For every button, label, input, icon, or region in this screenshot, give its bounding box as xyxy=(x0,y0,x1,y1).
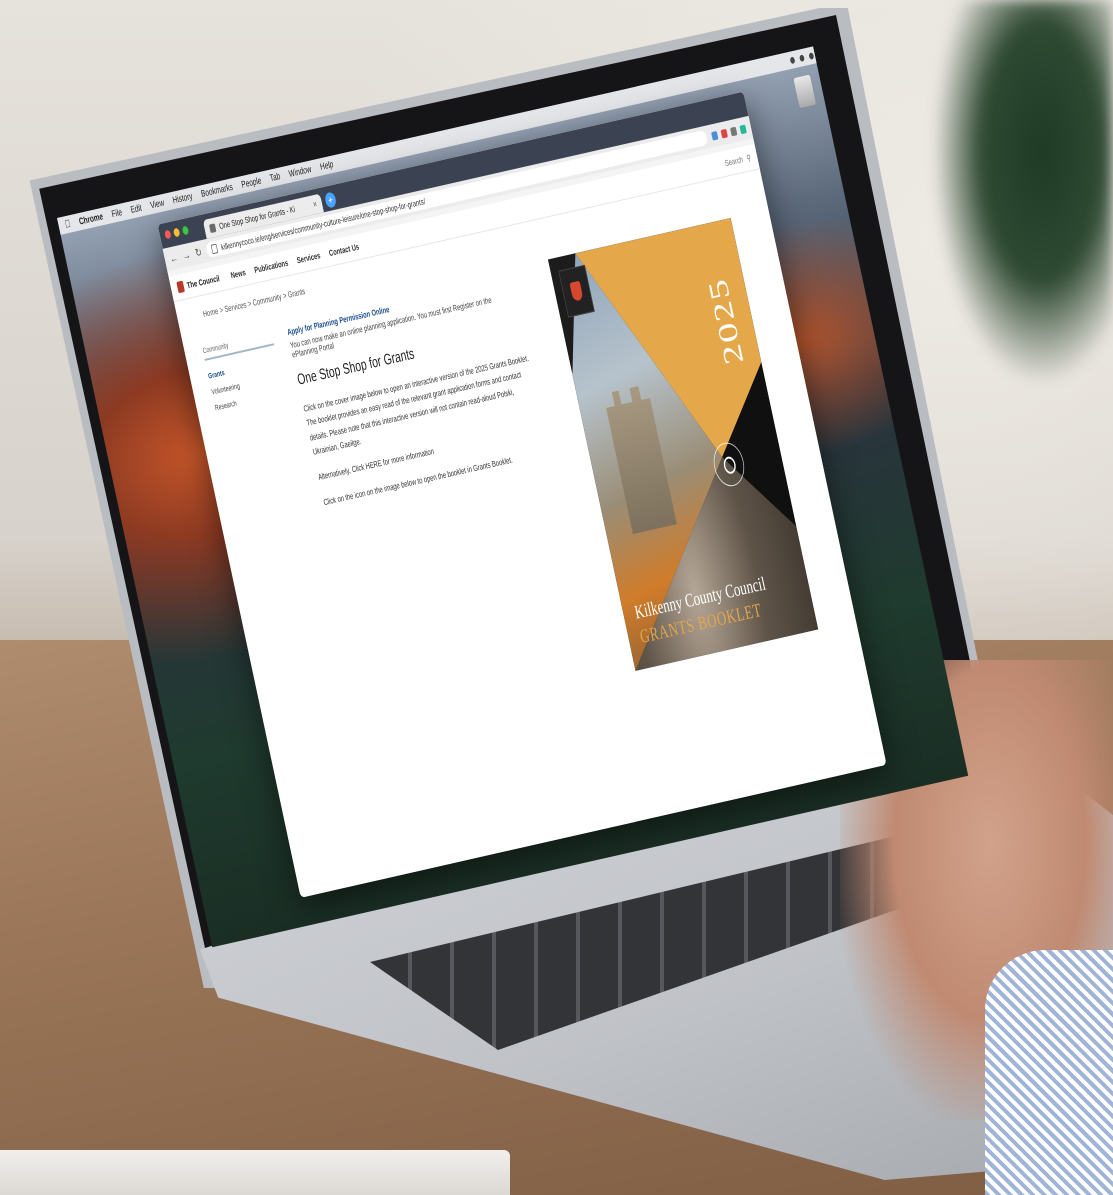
notebook xyxy=(0,1150,510,1195)
favicon-icon xyxy=(208,222,217,233)
close-tab-icon[interactable]: × xyxy=(312,199,318,210)
plant xyxy=(935,0,1113,380)
menu-bookmarks[interactable]: Bookmarks xyxy=(200,182,234,199)
nav-services[interactable]: Services xyxy=(296,251,321,266)
menu-file[interactable]: File xyxy=(111,207,123,220)
site-search-label: Search xyxy=(723,154,744,169)
photo-scene:  Chrome File Edit View History Bookmark… xyxy=(0,0,1113,1195)
menubar-app-name[interactable]: Chrome xyxy=(78,211,104,227)
reload-icon[interactable]: ↻ xyxy=(194,245,203,260)
browser-window: One Stop Shop for Grants - Ki × + ← → ↻ … xyxy=(157,91,887,898)
minimize-window-icon[interactable] xyxy=(172,227,181,238)
battery-icon[interactable] xyxy=(798,53,805,62)
site-search[interactable]: Search ⚲ xyxy=(724,152,752,168)
nav-news[interactable]: News xyxy=(230,268,247,281)
menubar-status-area xyxy=(789,51,815,64)
menu-window[interactable]: Window xyxy=(288,164,313,179)
menu-tab[interactable]: Tab xyxy=(269,171,281,184)
menu-history[interactable]: History xyxy=(172,191,194,206)
menu-view[interactable]: View xyxy=(149,197,165,210)
menu-help[interactable]: Help xyxy=(319,159,334,172)
new-tab-icon[interactable]: + xyxy=(323,191,338,209)
back-icon[interactable]: ← xyxy=(169,251,179,266)
menu-people[interactable]: People xyxy=(240,175,262,190)
nav-publications[interactable]: Publications xyxy=(253,258,289,275)
close-window-icon[interactable] xyxy=(164,229,172,240)
extension-icon[interactable] xyxy=(720,128,728,139)
spotlight-icon[interactable] xyxy=(808,51,815,60)
nav-contact[interactable]: Contact Us xyxy=(328,242,360,258)
main-column: Apply for Planning Permission Online You… xyxy=(286,276,554,522)
apple-icon[interactable]:  xyxy=(64,218,72,230)
wifi-icon[interactable] xyxy=(789,56,796,64)
site-brand-label: The Council xyxy=(185,273,221,291)
window-controls xyxy=(164,225,190,240)
maximize-window-icon[interactable] xyxy=(181,225,190,236)
hard-drive-icon[interactable] xyxy=(793,74,817,109)
lock-icon xyxy=(210,243,219,255)
extensions xyxy=(710,124,747,141)
search-icon: ⚲ xyxy=(745,152,752,163)
shirt-sleeve xyxy=(985,950,1113,1195)
forward-icon[interactable]: → xyxy=(181,248,191,263)
site-brand[interactable]: The Council xyxy=(176,273,220,294)
council-crest-icon xyxy=(176,280,185,294)
extension-icon[interactable] xyxy=(729,126,738,136)
menu-edit[interactable]: Edit xyxy=(130,202,143,215)
extension-icon[interactable] xyxy=(710,130,719,141)
extension-icon[interactable] xyxy=(739,124,747,134)
